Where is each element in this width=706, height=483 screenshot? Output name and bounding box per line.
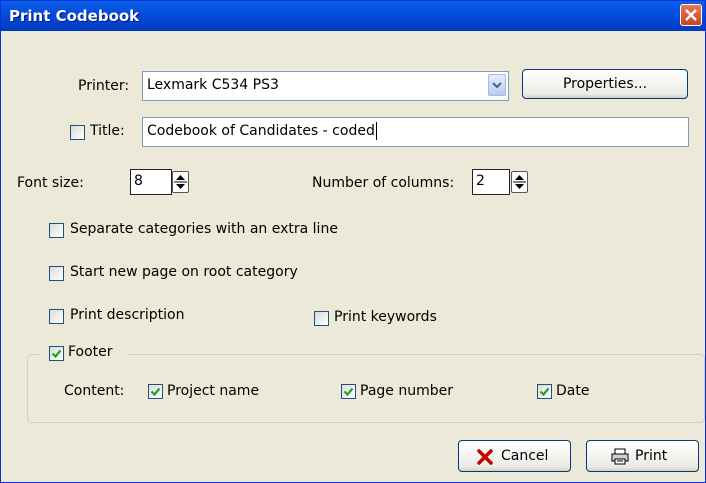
new-page-checkbox[interactable] — [49, 266, 64, 281]
print-keywords-label: Print keywords — [334, 309, 437, 325]
spinner-arrows-icon — [513, 175, 526, 189]
print-description-checkbox[interactable] — [49, 309, 64, 324]
printer-label: Printer: — [78, 78, 130, 94]
checkmark-icon — [51, 349, 62, 359]
footer-checkbox[interactable] — [49, 346, 64, 361]
font-size-spinner[interactable]: 8 — [130, 169, 172, 195]
checkmark-icon — [150, 387, 161, 397]
checkmark-icon — [343, 387, 354, 397]
printer-icon — [611, 448, 629, 465]
project-name-checkbox[interactable] — [148, 384, 163, 399]
title-label: Title: — [90, 123, 125, 139]
project-name-label: Project name — [167, 383, 260, 399]
new-page-label: Start new page on root category — [70, 264, 298, 280]
print-button[interactable]: Print — [586, 440, 699, 472]
page-number-checkbox[interactable] — [341, 384, 356, 399]
window-title: Print Codebook — [9, 7, 140, 25]
columns-label: Number of columns: — [312, 175, 455, 191]
print-keywords-checkbox[interactable] — [314, 311, 329, 326]
cancel-button-label: Cancel — [501, 448, 549, 464]
separate-categories-checkbox[interactable] — [49, 223, 64, 238]
font-size-label: Font size: — [17, 175, 84, 191]
page-number-label: Page number — [360, 383, 453, 399]
printer-select[interactable]: Lexmark C534 PS3 — [142, 71, 509, 101]
checkmark-icon — [539, 387, 550, 397]
cancel-x-icon — [477, 449, 493, 465]
print-codebook-dialog: Print Codebook Printer: Lexmark C534 PS3… — [0, 0, 706, 483]
cancel-button[interactable]: Cancel — [458, 440, 571, 472]
close-button[interactable] — [680, 4, 702, 26]
separate-categories-label: Separate categories with an extra line — [70, 221, 338, 237]
date-label: Date — [556, 383, 590, 399]
text-caret — [375, 122, 377, 140]
title-value: Codebook of Candidates - coded — [147, 123, 375, 139]
footer-label: Footer — [68, 344, 113, 360]
print-description-label: Print description — [70, 307, 185, 323]
columns-spinner[interactable]: 2 — [472, 169, 510, 195]
printer-value: Lexmark C534 PS3 — [147, 77, 279, 93]
title-bar[interactable]: Print Codebook — [1, 1, 705, 31]
properties-button[interactable]: Properties... — [522, 69, 688, 99]
columns-value: 2 — [476, 173, 485, 189]
dropdown-button[interactable] — [488, 74, 506, 96]
close-icon — [685, 9, 697, 21]
spinner-arrows-icon — [174, 175, 187, 189]
columns-stepper[interactable] — [511, 171, 528, 193]
print-button-label: Print — [635, 448, 668, 464]
font-size-value: 8 — [134, 173, 143, 189]
font-size-stepper[interactable] — [172, 171, 189, 193]
title-checkbox[interactable] — [70, 125, 85, 140]
content-label: Content: — [64, 383, 125, 399]
properties-button-label: Properties... — [562, 76, 648, 92]
date-checkbox[interactable] — [537, 384, 552, 399]
chevron-down-icon — [492, 82, 502, 89]
title-input[interactable]: Codebook of Candidates - coded — [142, 117, 689, 147]
